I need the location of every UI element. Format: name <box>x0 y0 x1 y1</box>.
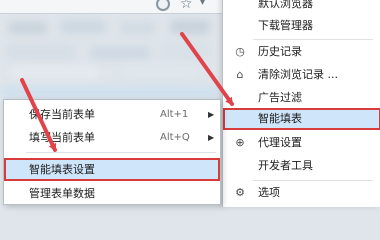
menu-item-label: 选项 <box>258 186 280 199</box>
menu-item-proxy-settings[interactable]: ⊕ 代理设置 <box>223 132 380 154</box>
menu-divider <box>26 152 216 153</box>
gear-icon: ⚙ <box>235 186 245 199</box>
menu-item-label: 代理设置 <box>258 136 302 149</box>
submenu-item-label: 管理表单数据 <box>29 187 95 200</box>
address-bar[interactable]: ☆ ▾ <box>0 0 222 14</box>
menu-item-label: 下载管理器 <box>258 19 313 32</box>
chevron-down-icon[interactable]: ▾ <box>200 0 205 8</box>
globe-icon: ⊕ <box>235 136 245 149</box>
star-icon[interactable]: ☆ <box>180 0 193 12</box>
menu-item-label: 默认浏览器 <box>258 0 313 10</box>
menu-item-label: 智能填表 <box>258 112 302 125</box>
menu-item-default-browser[interactable]: 默认浏览器 <box>223 0 380 15</box>
menu-item-ad-filter[interactable]: 广告过滤 <box>223 87 380 109</box>
menu-item-label: 开发者工具 <box>258 159 313 172</box>
submenu-item-label: 填写当前表单 <box>29 131 95 144</box>
submenu-item-label: 保存当前表单 <box>29 108 95 121</box>
shield-icon[interactable] <box>156 0 170 11</box>
menu-item-history[interactable]: ◷ 历史记录 <box>223 41 380 63</box>
submenu-item-manage-form-data[interactable]: 管理表单数据 <box>4 182 220 205</box>
chevron-right-icon: ▶ <box>208 133 215 142</box>
browser-main-menu: 默认浏览器 下载管理器 ◷ 历史记录 ⌂ 清除浏览记录 ... 广告过滤 智能填… <box>222 0 380 207</box>
autofill-submenu: 保存当前表单 Alt+1 ▶ 填写当前表单 Alt+Q ▶ 智能填表设置 管理表… <box>3 99 221 205</box>
menu-item-label: 清除浏览记录 ... <box>258 68 338 81</box>
menu-item-clear-history[interactable]: ⌂ 清除浏览记录 ... <box>223 64 380 86</box>
chevron-right-icon: ▶ <box>208 110 215 119</box>
menu-item-download-manager[interactable]: 下载管理器 <box>223 15 380 37</box>
submenu-item-fill-form[interactable]: 填写当前表单 Alt+Q ▶ <box>4 126 220 149</box>
clock-icon: ◷ <box>235 45 245 58</box>
menu-item-label: 广告过滤 <box>258 91 302 104</box>
submenu-item-label: 智能填表设置 <box>29 163 95 176</box>
menu-item-label: 历史记录 <box>258 45 302 58</box>
submenu-item-save-form[interactable]: 保存当前表单 Alt+1 ▶ <box>4 103 220 126</box>
menu-item-smart-autofill[interactable]: 智能填表 <box>223 108 380 130</box>
menu-divider <box>253 180 373 181</box>
broom-icon: ⌂ <box>236 68 244 81</box>
submenu-item-autofill-settings[interactable]: 智能填表设置 <box>4 158 220 181</box>
menu-item-developer-tools[interactable]: 开发者工具 <box>223 155 380 177</box>
menu-item-options[interactable]: ⚙ 选项 <box>223 182 380 204</box>
menu-divider <box>253 39 373 40</box>
shortcut-hint: Alt+Q <box>160 132 190 143</box>
shortcut-hint: Alt+1 <box>160 109 189 120</box>
